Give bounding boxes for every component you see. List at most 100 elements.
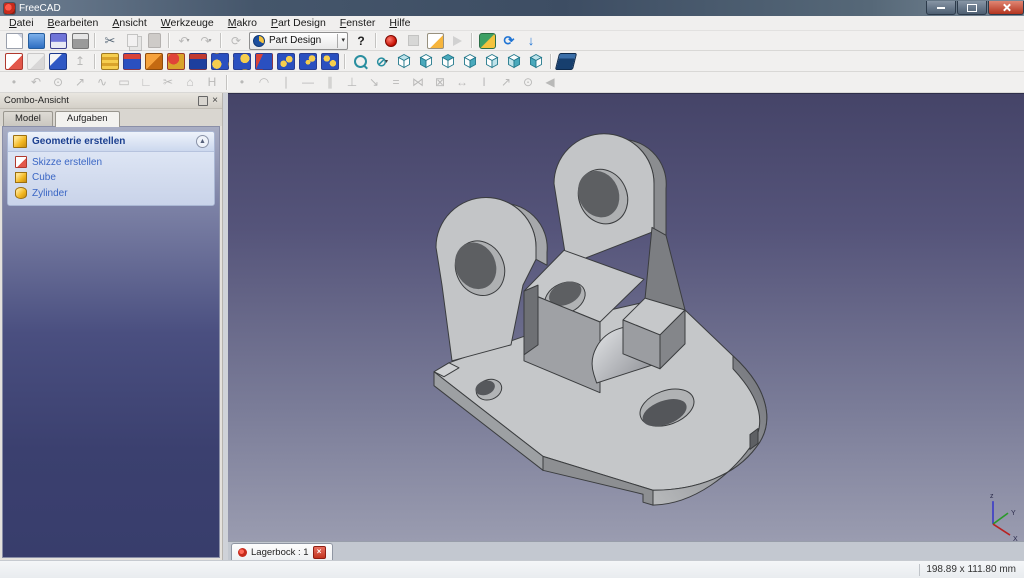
- menu-makro[interactable]: Makro: [221, 16, 264, 30]
- chamfer-button[interactable]: [232, 52, 252, 70]
- cad-model: z Y X: [433, 133, 1018, 541]
- constraint-horizontal-button[interactable]: ―: [298, 74, 318, 91]
- constraint-equal-button[interactable]: =: [386, 74, 406, 91]
- view-rear-button[interactable]: [482, 53, 502, 70]
- constraint-vertical-button[interactable]: ∣: [276, 74, 296, 91]
- sketcher-line-button[interactable]: ↗: [70, 74, 90, 91]
- new-document-button[interactable]: [4, 32, 24, 49]
- menu-ansicht[interactable]: Ansicht: [105, 16, 153, 30]
- document-tab-lagerbock[interactable]: Lagerbock : 1 ×: [231, 543, 333, 560]
- undo-button[interactable]: ↶ ▾: [174, 32, 194, 49]
- macro-edit-button[interactable]: [425, 32, 445, 49]
- view-axonometric-button[interactable]: [394, 53, 414, 70]
- document-tab-close-icon[interactable]: ×: [312, 545, 326, 559]
- x-axis: [992, 523, 1011, 536]
- view-bottom-button[interactable]: [504, 53, 524, 70]
- task-item-zylinder[interactable]: Zylinder: [8, 185, 214, 201]
- panel-close-icon[interactable]: ×: [212, 95, 218, 106]
- constraint-coincident-button[interactable]: •: [232, 74, 252, 91]
- constraint-symmetric-button[interactable]: ⋈: [408, 74, 428, 91]
- web-download-button[interactable]: ↓: [521, 32, 541, 49]
- task-item-skizze[interactable]: Skizze erstellen: [8, 154, 214, 170]
- sketcher-symmetry-button[interactable]: H: [202, 74, 222, 91]
- tab-model[interactable]: Model: [3, 111, 53, 126]
- polar-pattern-button[interactable]: [320, 52, 340, 70]
- groove-button[interactable]: [188, 52, 208, 70]
- document-tab-bar: Lagerbock : 1 ×: [228, 541, 1024, 560]
- draw-style-button[interactable]: ⊘ ▾: [372, 53, 392, 70]
- linear-pattern-button[interactable]: [298, 52, 318, 70]
- macro-stop-button[interactable]: [403, 32, 423, 49]
- view-front-button[interactable]: [416, 53, 436, 70]
- dock-pin-icon[interactable]: [198, 95, 209, 106]
- viewport-3d[interactable]: z Y X: [228, 93, 1024, 541]
- titlebar[interactable]: FreeCAD: [0, 0, 1024, 16]
- whats-this-icon: ?: [357, 33, 365, 48]
- web-refresh-button[interactable]: ⟳: [499, 32, 519, 49]
- paste-button[interactable]: [144, 32, 164, 49]
- constraint-perpendicular-button[interactable]: ⊥: [342, 74, 362, 91]
- equal-constraint-icon: =: [392, 75, 400, 89]
- sketcher-bspline-button[interactable]: ∿: [92, 74, 112, 91]
- close-button[interactable]: [988, 1, 1024, 15]
- workbench-selector[interactable]: Part Design ▾: [249, 31, 348, 50]
- constraint-angle-button[interactable]: ◀: [540, 74, 560, 91]
- cut-button[interactable]: ✂: [100, 32, 120, 49]
- pad-button[interactable]: [122, 52, 142, 70]
- constraint-lock-button[interactable]: ⊠: [430, 74, 450, 91]
- copy-button[interactable]: [122, 32, 142, 49]
- fillet-icon: [211, 52, 229, 70]
- task-item-cube[interactable]: Cube: [8, 170, 214, 185]
- task-box-header[interactable]: Geometrie erstellen ▲: [8, 132, 214, 152]
- sketch-leave-button[interactable]: ↥: [70, 53, 90, 70]
- collapse-icon[interactable]: ▲: [196, 135, 209, 148]
- maximize-button[interactable]: [957, 1, 987, 15]
- sketcher-circle-button[interactable]: ⊙: [48, 74, 68, 91]
- mirrored-button[interactable]: [276, 52, 296, 70]
- menu-hilfe[interactable]: Hilfe: [382, 16, 417, 30]
- menu-part-design[interactable]: Part Design: [264, 16, 333, 30]
- draft-button[interactable]: [254, 52, 274, 70]
- view-top-button[interactable]: [438, 53, 458, 70]
- constraint-hdistance-button[interactable]: ↔: [452, 74, 472, 91]
- sketcher-trim-button[interactable]: ✂: [158, 74, 178, 91]
- sketcher-construction-button[interactable]: ⌂: [180, 74, 200, 91]
- menu-datei[interactable]: Datei: [2, 16, 41, 30]
- minimize-button[interactable]: [926, 1, 956, 15]
- menu-bearbeiten[interactable]: Bearbeiten: [41, 16, 106, 30]
- constraint-point-on-object-button[interactable]: ◠: [254, 74, 274, 91]
- refresh-button[interactable]: ⟳: [226, 32, 246, 49]
- macro-play-button[interactable]: [447, 32, 467, 49]
- tab-aufgaben[interactable]: Aufgaben: [54, 111, 120, 127]
- sketcher-rectangle-button[interactable]: ▭: [114, 74, 134, 91]
- constraint-radius-button[interactable]: ⊙: [518, 74, 538, 91]
- view-right-button[interactable]: [460, 53, 480, 70]
- menu-werkzeuge[interactable]: Werkzeuge: [154, 16, 221, 30]
- macro-record-button[interactable]: [381, 32, 401, 49]
- combo-view-titlebar[interactable]: Combo-Ansicht ×: [0, 93, 222, 109]
- datum-plane-button[interactable]: [100, 52, 120, 70]
- redo-button[interactable]: ↷ ▾: [196, 32, 216, 49]
- revolution-button[interactable]: [144, 52, 164, 70]
- print-button[interactable]: [70, 32, 90, 49]
- menu-fenster[interactable]: Fenster: [333, 16, 383, 30]
- sketcher-external-button[interactable]: ∟: [136, 74, 156, 91]
- constraint-vdistance-button[interactable]: I: [474, 74, 494, 91]
- save-document-button[interactable]: [48, 32, 68, 49]
- sketch-map-button[interactable]: [48, 52, 68, 70]
- python-macro-button[interactable]: [477, 32, 497, 49]
- sketcher-point-button[interactable]: •: [4, 74, 24, 91]
- constraint-parallel-button[interactable]: ∥: [320, 74, 340, 91]
- sketch-view-button[interactable]: [26, 52, 46, 70]
- pocket-button[interactable]: [166, 52, 186, 70]
- fit-all-button[interactable]: [350, 53, 370, 70]
- part-box-button[interactable]: [554, 52, 578, 70]
- constraint-distance-button[interactable]: ↗: [496, 74, 516, 91]
- constraint-tangent-button[interactable]: ↘: [364, 74, 384, 91]
- view-left-button[interactable]: [526, 53, 546, 70]
- sketch-new-button[interactable]: [4, 52, 24, 70]
- fillet-button[interactable]: [210, 52, 230, 70]
- whats-this-button[interactable]: ?: [351, 32, 371, 49]
- open-document-button[interactable]: [26, 32, 46, 49]
- sketcher-arc-button[interactable]: ↶: [26, 74, 46, 91]
